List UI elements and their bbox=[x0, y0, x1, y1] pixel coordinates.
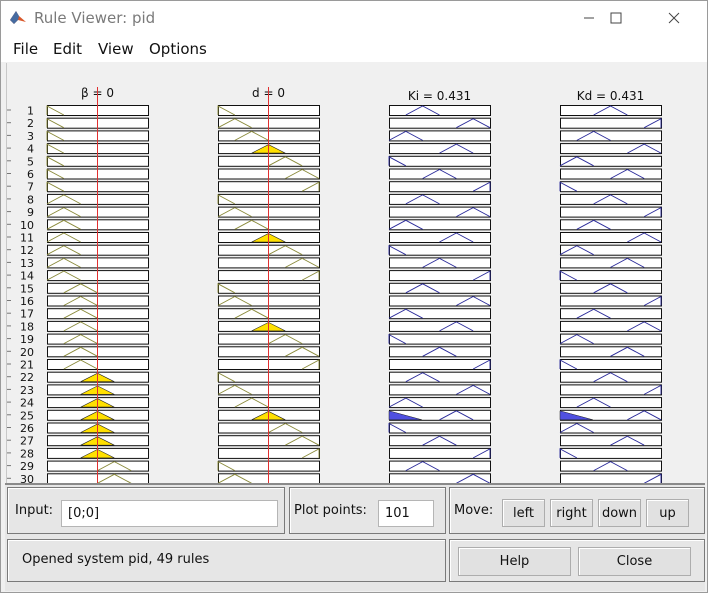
rule-cell bbox=[389, 346, 491, 358]
row-number: 17 bbox=[20, 308, 34, 321]
row-number: 19 bbox=[20, 333, 34, 346]
row-number: 5 bbox=[27, 155, 34, 168]
rule-cell bbox=[560, 168, 662, 180]
maximize-icon[interactable] bbox=[593, 1, 639, 34]
row-number: 27 bbox=[20, 435, 34, 448]
row-number: 23 bbox=[20, 384, 34, 397]
rule-cell bbox=[389, 371, 491, 383]
move-label: Move: bbox=[454, 503, 494, 518]
input-label: Input: bbox=[15, 503, 54, 518]
row-number: 28 bbox=[20, 447, 34, 460]
rule-cell bbox=[389, 282, 491, 294]
menu-edit[interactable]: Edit bbox=[53, 40, 82, 58]
row-number: 22 bbox=[20, 371, 34, 384]
rule-cell bbox=[389, 232, 491, 243]
rule-cell bbox=[389, 257, 491, 269]
help-button[interactable]: Help bbox=[458, 547, 571, 576]
row-number: 11 bbox=[20, 232, 34, 245]
window-title: Rule Viewer: pid bbox=[34, 9, 156, 27]
rule-cell bbox=[389, 320, 491, 332]
move-left-button[interactable]: left bbox=[502, 499, 545, 527]
rule-cell bbox=[560, 105, 662, 116]
row-number: 10 bbox=[20, 219, 34, 232]
row-number: 20 bbox=[20, 346, 34, 359]
rule-cell bbox=[560, 371, 662, 383]
row-number: 6 bbox=[27, 168, 34, 181]
rule-cell bbox=[389, 193, 491, 205]
matlab-icon bbox=[10, 11, 26, 24]
rule-plot-area[interactable]: β = 0d = 0 Ki = 0.431 Kd = 0.431 1 2 3 4 5 6 7 8 9 1… bbox=[6, 63, 704, 483]
actions-box: Help Close bbox=[449, 539, 705, 582]
row-number: 18 bbox=[20, 320, 34, 333]
rule-cell bbox=[560, 193, 662, 205]
rule-cell bbox=[560, 257, 662, 269]
input-box: Input: [0;0] bbox=[7, 487, 285, 534]
plot-points-label: Plot points: bbox=[294, 503, 367, 518]
move-right-button[interactable]: right bbox=[550, 499, 593, 527]
rule-cell bbox=[389, 435, 491, 447]
row-number: 16 bbox=[20, 295, 34, 308]
menu-bar: File Edit View Options bbox=[1, 34, 707, 62]
row-number: 12 bbox=[20, 244, 34, 257]
bottom-control-panel: Input: [0;0] Plot points: 101 Move: left… bbox=[5, 483, 705, 591]
rule-cell bbox=[560, 308, 662, 320]
rule-cell bbox=[560, 397, 662, 409]
menu-view[interactable]: View bbox=[98, 40, 134, 58]
column-header-3: Kd = 0.431 bbox=[577, 89, 645, 103]
row-number: 2 bbox=[27, 117, 34, 130]
row-number: 21 bbox=[20, 359, 34, 372]
row-number: 8 bbox=[27, 193, 34, 206]
rule-cell bbox=[560, 435, 662, 447]
close-icon[interactable] bbox=[651, 1, 697, 34]
row-number: 1 bbox=[27, 105, 34, 118]
move-up-button[interactable]: up bbox=[646, 499, 689, 527]
rule-plot-canvas[interactable]: β = 0d = 0 Ki = 0.431 Kd = 0.4311234567891… bbox=[7, 63, 704, 483]
rule-viewer-window: Rule Viewer: pid File Edit View Options … bbox=[0, 0, 708, 593]
move-down-button[interactable]: down bbox=[598, 499, 641, 527]
rule-cell bbox=[560, 473, 662, 483]
title-bar: Rule Viewer: pid bbox=[1, 1, 707, 34]
row-number: 3 bbox=[27, 130, 34, 143]
row-number: 4 bbox=[27, 143, 34, 156]
rule-cell bbox=[389, 168, 491, 180]
rule-cell bbox=[560, 130, 662, 142]
row-number: 24 bbox=[20, 397, 34, 410]
rule-cell bbox=[389, 105, 491, 116]
plot-points-field[interactable]: 101 bbox=[378, 500, 434, 527]
close-button[interactable]: Close bbox=[578, 547, 691, 576]
move-box: Move: left right down up bbox=[449, 487, 705, 534]
row-number: 14 bbox=[20, 270, 34, 283]
menu-options[interactable]: Options bbox=[149, 40, 207, 58]
menu-file[interactable]: File bbox=[13, 40, 38, 58]
row-number: 26 bbox=[20, 422, 34, 435]
row-number: 25 bbox=[20, 409, 34, 422]
row-number: 13 bbox=[20, 257, 34, 270]
row-number: 9 bbox=[27, 206, 34, 219]
row-number: 30 bbox=[20, 473, 34, 483]
row-number: 29 bbox=[20, 460, 34, 473]
status-text: Opened system pid, 49 rules bbox=[22, 552, 210, 567]
status-box: Opened system pid, 49 rules bbox=[7, 539, 446, 582]
plot-points-box: Plot points: 101 bbox=[289, 487, 446, 534]
row-number: 7 bbox=[27, 181, 34, 194]
rule-cell bbox=[560, 282, 662, 294]
row-number: 15 bbox=[20, 282, 34, 295]
rule-cell bbox=[560, 460, 662, 472]
input-field[interactable]: [0;0] bbox=[61, 500, 278, 527]
rule-cell bbox=[560, 219, 662, 231]
rule-cell bbox=[560, 346, 662, 358]
rule-cell bbox=[389, 460, 491, 472]
rule-cell bbox=[389, 143, 491, 155]
column-header-2: Ki = 0.431 bbox=[408, 89, 471, 103]
